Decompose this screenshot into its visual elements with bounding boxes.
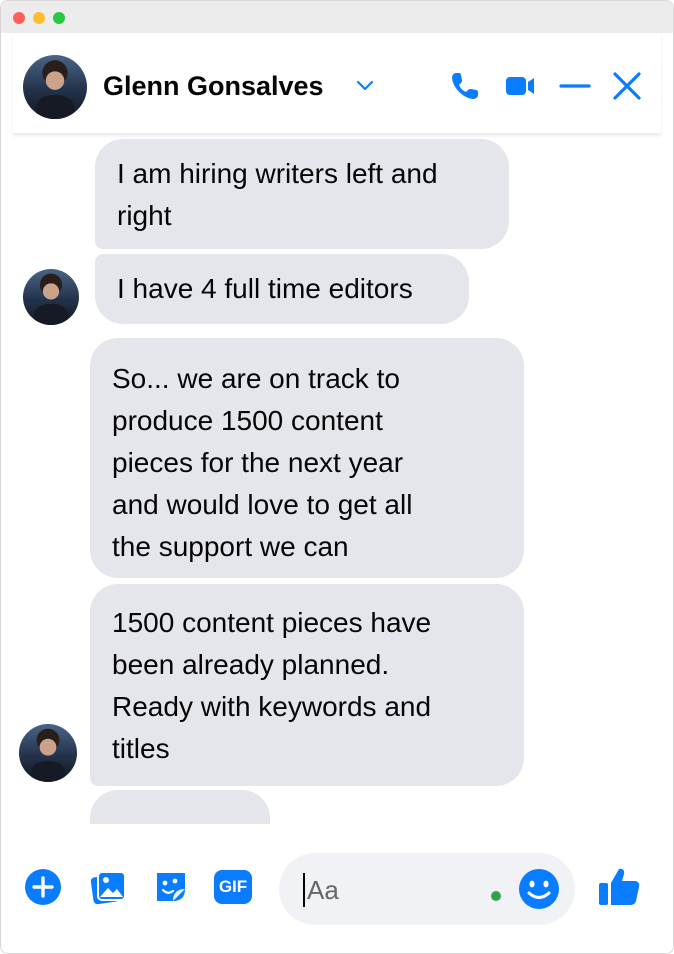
sender-avatar[interactable] (23, 269, 79, 325)
close-icon[interactable] (610, 69, 644, 103)
image-icon[interactable] (88, 867, 128, 907)
message-list[interactable]: I am hiring writers left and right I hav… (13, 134, 661, 824)
message-line: been already planned. (112, 649, 390, 680)
close-window-button[interactable] (13, 12, 25, 24)
chat-header: Glenn Gonsalves (13, 33, 661, 134)
message-bubble-partial[interactable] (90, 790, 270, 824)
message-input[interactable]: Aa (279, 853, 575, 925)
plus-icon[interactable] (23, 867, 63, 907)
text-cursor (303, 873, 305, 907)
message-line: the support we can (112, 531, 349, 562)
message-line: I have 4 full time editors (117, 273, 413, 304)
emoji-icon[interactable] (517, 867, 561, 911)
gif-icon[interactable]: GIF (214, 870, 252, 904)
chevron-down-icon[interactable] (356, 79, 374, 93)
message-line: produce 1500 content (112, 405, 383, 436)
phone-icon[interactable] (448, 69, 482, 103)
message-line: titles (112, 733, 170, 764)
message-bubble[interactable]: I am hiring writers left and right (95, 139, 509, 249)
gif-label: GIF (218, 877, 248, 896)
message-bubble[interactable]: I have 4 full time editors (95, 254, 469, 324)
message-bubble[interactable]: 1500 content pieces have been already pl… (90, 584, 524, 786)
message-line: Ready with keywords and (112, 691, 432, 722)
message-input-placeholder: Aa (307, 875, 339, 905)
message-line: right (117, 200, 172, 231)
chat-window: Glenn Gonsalves I am hiring writers left… (0, 0, 674, 954)
message-line: So... we are on track to (112, 363, 400, 394)
message-line: 1500 content pieces have (112, 607, 432, 638)
message-composer: GIF Aa (1, 837, 673, 953)
message-line: pieces for the next year (112, 447, 404, 478)
like-icon[interactable] (595, 863, 643, 911)
message-line: and would love to get all (112, 489, 413, 520)
contact-name[interactable]: Glenn Gonsalves (103, 71, 324, 102)
minimize-icon[interactable] (558, 69, 592, 103)
online-status-dot (491, 891, 501, 901)
sticker-icon[interactable] (151, 867, 191, 907)
message-line: I am hiring writers left and (117, 158, 438, 189)
minimize-window-button[interactable] (33, 12, 45, 24)
message-bubble[interactable]: So... we are on track to produce 1500 co… (90, 338, 524, 578)
video-icon[interactable] (503, 69, 537, 103)
window-titlebar (1, 1, 673, 33)
maximize-window-button[interactable] (53, 12, 65, 24)
sender-avatar[interactable] (19, 724, 77, 782)
contact-avatar[interactable] (23, 55, 87, 119)
